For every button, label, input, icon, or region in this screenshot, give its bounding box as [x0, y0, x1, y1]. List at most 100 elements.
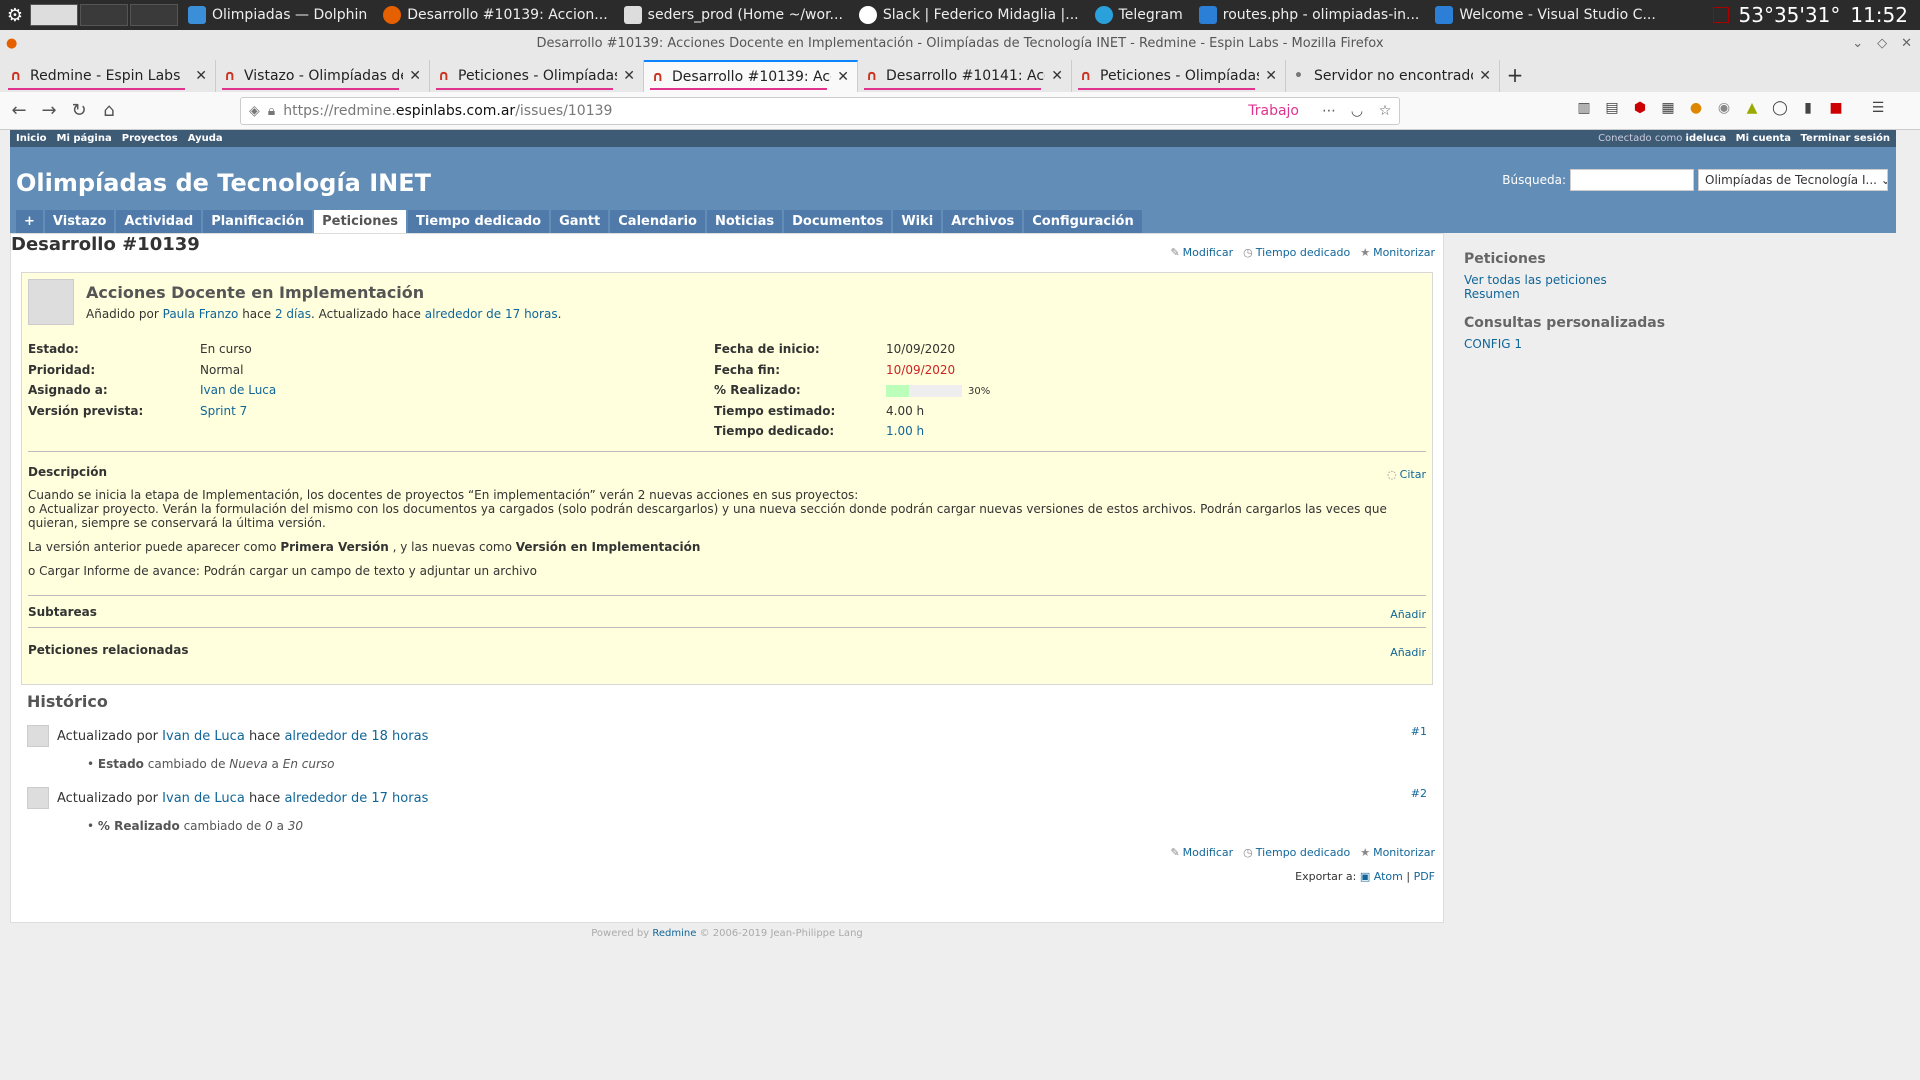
tab-settings[interactable]: Configuración [1024, 210, 1142, 233]
add-relation-link[interactable]: Añadir [1390, 646, 1426, 659]
browser-tab[interactable]: ∩ Desarrollo #10141: Acci ✕ [858, 60, 1072, 92]
reload-icon[interactable]: ↻ [64, 100, 94, 121]
tab-activity[interactable]: Actividad [116, 210, 202, 233]
minimize-icon[interactable]: ⌄ [1852, 30, 1863, 58]
tab-gantt[interactable]: Gantt [551, 210, 609, 233]
journal-user-link[interactable]: Ivan de Luca [162, 729, 245, 744]
task-dolphin[interactable]: Olimpiadas — Dolphin [180, 0, 375, 30]
tab-wiki[interactable]: Wiki [893, 210, 942, 233]
account-icon[interactable]: ◯ [1771, 100, 1789, 118]
tab-news[interactable]: Noticias [706, 210, 783, 233]
extension-icon[interactable]: ● [1687, 100, 1705, 118]
created-link[interactable]: 2 días [275, 307, 311, 321]
virtual-desktop-2[interactable] [80, 4, 128, 26]
bookmark-star-icon[interactable]: ☆ [1371, 103, 1399, 119]
forward-icon[interactable]: → [34, 100, 64, 121]
edit-link[interactable]: ✎ Modificar [1170, 846, 1233, 859]
project-jump-select[interactable]: Olimpíadas de Tecnología I... ⌄ [1698, 169, 1888, 191]
notification-extension-icon[interactable]: ◉ [1715, 100, 1733, 118]
watch-link[interactable]: ★ Monitorizar [1360, 246, 1435, 259]
tab-overview[interactable]: Vistazo [44, 210, 115, 233]
pocket-icon[interactable]: ◡ [1343, 103, 1371, 119]
tab-calendar[interactable]: Calendario [610, 210, 705, 233]
export-pdf-link[interactable]: PDF [1414, 870, 1435, 883]
version-link[interactable]: Sprint 7 [200, 404, 350, 418]
extension-icon[interactable]: ▲ [1743, 100, 1761, 118]
browser-tab[interactable]: ∩ Peticiones - Olimpíadas d ✕ [1072, 60, 1286, 92]
close-tab-icon[interactable]: ✕ [409, 68, 421, 84]
close-tab-icon[interactable]: ✕ [623, 68, 635, 84]
task-vscode-routes[interactable]: routes.php - olimpiadas-in... [1191, 0, 1428, 30]
ublock-icon[interactable]: ⬢ [1631, 100, 1649, 118]
virtual-desktop-3[interactable] [130, 4, 178, 26]
sidebar-icon[interactable]: ▤ [1603, 100, 1621, 118]
logout-link[interactable]: Terminar sesión [1801, 133, 1890, 144]
logged-user[interactable]: ideluca [1686, 133, 1727, 144]
barcode-icon[interactable]: ▮ [1799, 100, 1817, 118]
watch-link[interactable]: ★ Monitorizar [1360, 846, 1435, 859]
tab-files[interactable]: Archivos [943, 210, 1023, 233]
log-time-link[interactable]: ◷ Tiempo dedicado [1243, 846, 1350, 859]
search-input[interactable] [1570, 169, 1694, 191]
menu-icon[interactable]: ☰ [1869, 100, 1887, 118]
tab-documents[interactable]: Documentos [784, 210, 892, 233]
assignee-link[interactable]: Ivan de Luca [200, 383, 350, 397]
journal-user-link[interactable]: Ivan de Luca [162, 791, 245, 806]
virtual-desktop-1[interactable] [30, 4, 78, 26]
grid-icon[interactable]: ▦ [1659, 100, 1677, 118]
close-tab-icon[interactable]: ✕ [1265, 68, 1277, 84]
my-account-link[interactable]: Mi cuenta [1736, 133, 1791, 144]
journal-anchor[interactable]: #2 [1411, 787, 1427, 800]
topmenu-projects[interactable]: Proyectos [122, 133, 178, 144]
task-telegram[interactable]: Telegram [1087, 0, 1191, 30]
add-subtask-link[interactable]: Añadir [1390, 608, 1426, 621]
journal-time-link[interactable]: alrededor de 18 horas [284, 729, 428, 744]
close-window-icon[interactable]: ✕ [1901, 30, 1912, 58]
url-bar[interactable]: ◈ 🔒︎ https://redmine. espinlabs.com.ar/is… [240, 97, 1400, 125]
quote-link[interactable]: ◌ Citar [1387, 468, 1426, 481]
redmine-link[interactable]: Redmine [652, 928, 696, 939]
library-icon[interactable]: ▥ [1575, 100, 1593, 118]
sidebar-all-issues-link[interactable]: Ver todas las peticiones [1464, 273, 1854, 287]
task-firefox[interactable]: Desarrollo #10139: Accion... [375, 0, 615, 30]
edit-link[interactable]: ✎ Modificar [1170, 246, 1233, 259]
more-actions-icon[interactable]: ⋯ [1315, 103, 1343, 119]
browser-tab[interactable]: • Servidor no encontrado ✕ [1286, 60, 1500, 92]
close-tab-icon[interactable]: ✕ [195, 68, 207, 84]
export-atom-link[interactable]: ▣ Atom [1360, 870, 1403, 883]
tab-issues[interactable]: Peticiones [314, 210, 407, 233]
tab-roadmap[interactable]: Planificación [203, 210, 313, 233]
spent-time-link[interactable]: 1.00 h [886, 424, 1036, 438]
recording-icon[interactable] [1712, 7, 1729, 23]
pdf-extension-icon[interactable]: ■ [1827, 100, 1845, 118]
topmenu-my-page[interactable]: Mi página [57, 133, 112, 144]
browser-tab[interactable]: ∩ Redmine - Espin Labs ✕ [2, 60, 216, 92]
clock[interactable]: 11:52 [1850, 3, 1908, 27]
journal-anchor[interactable]: #1 [1411, 725, 1427, 738]
project-title[interactable]: Olimpíadas de Tecnología INET [16, 169, 431, 197]
close-tab-icon[interactable]: ✕ [837, 69, 849, 85]
sidebar-summary-link[interactable]: Resumen [1464, 287, 1854, 301]
updated-link[interactable]: alrededor de 17 horas [425, 307, 558, 321]
maximize-icon[interactable]: ◇ [1877, 30, 1887, 58]
shield-icon[interactable]: ◈ [249, 103, 260, 119]
tab-time-entries[interactable]: Tiempo dedicado [408, 210, 550, 233]
close-tab-icon[interactable]: ✕ [1051, 68, 1063, 84]
tab-new[interactable]: + [16, 210, 43, 233]
close-tab-icon[interactable]: ✕ [1479, 68, 1491, 84]
container-label[interactable]: Trabajo [1248, 103, 1299, 119]
browser-tab[interactable]: ∩Vistazo - Olimpíadas de T✕ [216, 60, 430, 92]
log-time-link[interactable]: ◷ Tiempo dedicado [1243, 246, 1350, 259]
topmenu-help[interactable]: Ayuda [188, 133, 223, 144]
author-link[interactable]: Paula Franzo [163, 307, 239, 321]
browser-tab[interactable]: ∩ Peticiones - Olimpíadas d ✕ [430, 60, 644, 92]
new-tab-button[interactable]: + [1500, 63, 1530, 87]
sidebar-query-link[interactable]: CONFIG 1 [1464, 337, 1854, 351]
task-slack[interactable]: Slack | Federico Midaglia |... [851, 0, 1087, 30]
task-editor[interactable]: seders_prod (Home ~/wor... [616, 0, 851, 30]
topmenu-home[interactable]: Inicio [16, 133, 47, 144]
task-vscode-welcome[interactable]: Welcome - Visual Studio C... [1427, 0, 1663, 30]
home-icon[interactable]: ⌂ [94, 100, 124, 121]
browser-tab-active[interactable]: ∩ Desarrollo #10139: Acci ✕ [644, 60, 858, 92]
back-icon[interactable]: ← [4, 100, 34, 121]
